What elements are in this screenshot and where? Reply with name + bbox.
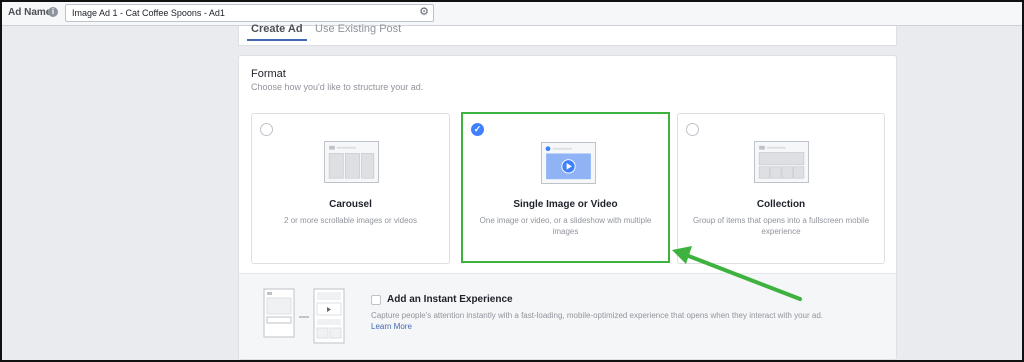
- format-option-description: Group of items that opens into a fullscr…: [692, 216, 870, 236]
- learn-more-link[interactable]: Learn More: [371, 322, 412, 331]
- ad-name-input[interactable]: Image Ad 1 - Cat Coffee Spoons - Ad1: [65, 4, 434, 22]
- tab-use-existing-post[interactable]: Use Existing Post: [315, 23, 401, 35]
- format-option-carousel[interactable]: Carousel 2 or more scrollable images or …: [251, 113, 450, 264]
- annotation-arrow-icon: [672, 246, 802, 301]
- carousel-illustration-icon: [324, 141, 379, 183]
- format-option-label: Carousel: [329, 199, 372, 210]
- format-option-label: Collection: [756, 199, 806, 210]
- format-option-label: Single Image or Video: [513, 199, 618, 210]
- format-option-single-image-video[interactable]: ✓ Single Image or Video One image or vid…: [461, 112, 670, 263]
- instant-experience-title: Add an Instant Experience: [387, 294, 513, 305]
- format-title: Format: [251, 68, 286, 80]
- radio-carousel[interactable]: [260, 123, 273, 136]
- collection-illustration-icon: [754, 141, 809, 183]
- format-card: Format Choose how you'd like to structur…: [238, 55, 897, 360]
- single-image-illustration-icon: [541, 142, 596, 184]
- ad-name-bar: Ad Name i Image Ad 1 - Cat Coffee Spoons…: [2, 2, 1022, 26]
- ad-name-label: Ad Name: [8, 7, 52, 18]
- screenshot-frame: Ad Name i Image Ad 1 - Cat Coffee Spoons…: [0, 0, 1024, 362]
- format-subtitle: Choose how you'd like to structure your …: [251, 82, 424, 92]
- format-option-description: 2 or more scrollable images or videos: [284, 216, 417, 225]
- ad-source-tabs: Create Ad Use Existing Post: [238, 23, 897, 46]
- info-icon[interactable]: i: [48, 7, 58, 17]
- tab-create-ad[interactable]: Create Ad: [247, 23, 307, 41]
- instant-experience-illustration-icon: [263, 288, 345, 344]
- radio-collection[interactable]: [686, 123, 699, 136]
- instant-experience-checkbox[interactable]: [371, 295, 381, 305]
- gear-icon[interactable]: ⚙: [418, 6, 430, 18]
- format-option-description: One image or video, or a slideshow with …: [479, 216, 652, 236]
- check-icon[interactable]: ✓: [471, 123, 484, 136]
- instant-experience-description: Capture people's attention instantly wit…: [371, 311, 824, 320]
